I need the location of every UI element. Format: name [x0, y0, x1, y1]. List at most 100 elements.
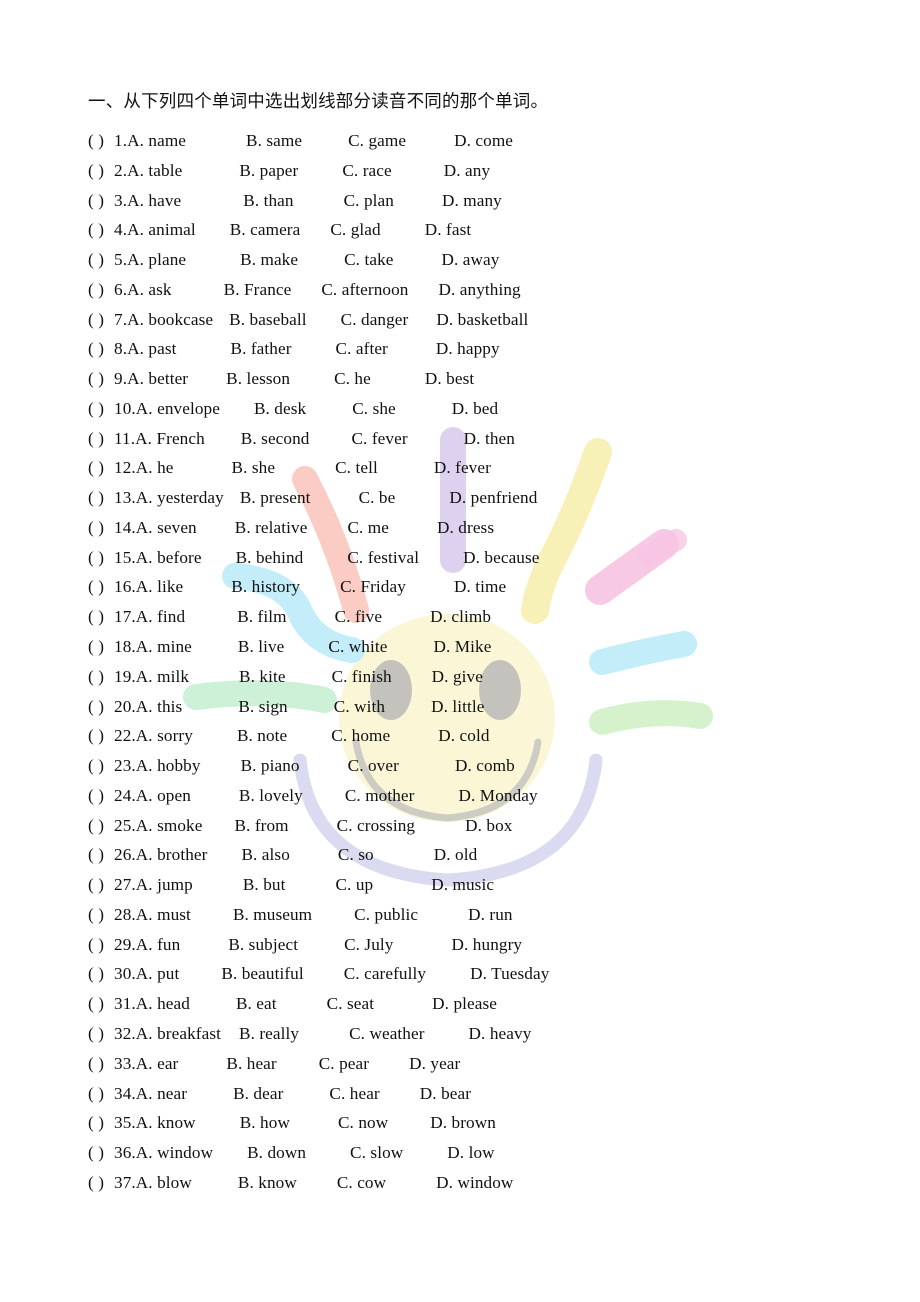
option-b[interactable]: B. same [246, 126, 302, 156]
answer-bracket[interactable]: ( ) [88, 811, 114, 841]
option-d[interactable]: D. hungry [452, 930, 523, 960]
option-b[interactable]: B. behind [236, 543, 304, 573]
option-c[interactable]: C. tell [335, 453, 378, 483]
option-d[interactable]: D. Mike [433, 632, 491, 662]
answer-bracket[interactable]: ( ) [88, 781, 114, 811]
option-d[interactable]: D. best [425, 364, 474, 394]
option-b[interactable]: B. than [243, 186, 293, 216]
option-a[interactable]: A. head [136, 989, 190, 1019]
answer-bracket[interactable]: ( ) [88, 186, 114, 216]
option-b[interactable]: B. piano [241, 751, 300, 781]
option-a[interactable]: A. French [135, 424, 205, 454]
option-c[interactable]: C. glad [330, 215, 380, 245]
option-b[interactable]: B. baseball [229, 305, 306, 335]
option-d[interactable]: D. cold [438, 721, 489, 751]
option-b[interactable]: B. make [240, 245, 298, 275]
option-b[interactable]: B. note [237, 721, 287, 751]
answer-bracket[interactable]: ( ) [88, 394, 114, 424]
option-d[interactable]: D. then [464, 424, 515, 454]
option-a[interactable]: A. seven [136, 513, 197, 543]
option-a[interactable]: A. he [136, 453, 174, 483]
option-b[interactable]: B. film [237, 602, 286, 632]
option-a[interactable]: A. jump [136, 870, 193, 900]
option-b[interactable]: B. present [240, 483, 311, 513]
option-c[interactable]: C. weather [349, 1019, 424, 1049]
option-a[interactable]: A. fun [136, 930, 181, 960]
answer-bracket[interactable]: ( ) [88, 364, 114, 394]
option-d[interactable]: D. bed [452, 394, 498, 424]
option-c[interactable]: C. pear [319, 1049, 369, 1079]
option-d[interactable]: D. low [447, 1138, 494, 1168]
option-b[interactable]: B. really [239, 1019, 299, 1049]
option-d[interactable]: D. fast [425, 215, 472, 245]
option-b[interactable]: B. dear [233, 1079, 283, 1109]
option-a[interactable]: A. brother [136, 840, 208, 870]
option-b[interactable]: B. paper [239, 156, 298, 186]
option-a[interactable]: A. put [136, 959, 180, 989]
answer-bracket[interactable]: ( ) [88, 930, 114, 960]
answer-bracket[interactable]: ( ) [88, 870, 114, 900]
option-b[interactable]: B. desk [254, 394, 306, 424]
option-d[interactable]: D. music [431, 870, 494, 900]
option-a[interactable]: A. window [136, 1138, 213, 1168]
option-c[interactable]: C. now [338, 1108, 388, 1138]
option-b[interactable]: B. from [234, 811, 288, 841]
option-b[interactable]: B. history [231, 572, 300, 602]
option-b[interactable]: B. second [241, 424, 310, 454]
option-b[interactable]: B. but [243, 870, 286, 900]
option-d[interactable]: D. happy [436, 334, 500, 364]
option-c[interactable]: C. five [335, 602, 382, 632]
option-c[interactable]: C. with [334, 692, 385, 722]
option-d[interactable]: D. anything [438, 275, 520, 305]
option-c[interactable]: C. me [347, 513, 389, 543]
option-a[interactable]: A. ear [136, 1049, 179, 1079]
option-d[interactable]: D. box [465, 811, 512, 841]
option-d[interactable]: D. climb [430, 602, 491, 632]
answer-bracket[interactable]: ( ) [88, 245, 114, 275]
option-b[interactable]: B. father [231, 334, 292, 364]
option-a[interactable]: A. find [136, 602, 185, 632]
option-d[interactable]: D. fever [434, 453, 491, 483]
option-c[interactable]: C. afternoon [321, 275, 408, 305]
answer-bracket[interactable]: ( ) [88, 215, 114, 245]
option-a[interactable]: A. open [136, 781, 191, 811]
option-a[interactable]: A. this [136, 692, 183, 722]
option-a[interactable]: A. plane [127, 245, 186, 275]
option-c[interactable]: C. she [352, 394, 396, 424]
option-b[interactable]: B. also [241, 840, 289, 870]
option-b[interactable]: B. camera [230, 215, 301, 245]
option-a[interactable]: A. near [136, 1079, 187, 1109]
option-c[interactable]: C. Friday [340, 572, 406, 602]
answer-bracket[interactable]: ( ) [88, 602, 114, 632]
option-c[interactable]: C. white [328, 632, 387, 662]
option-a[interactable]: A. name [127, 126, 186, 156]
option-a[interactable]: A. mine [136, 632, 192, 662]
option-c[interactable]: C. fever [351, 424, 407, 454]
answer-bracket[interactable]: ( ) [88, 989, 114, 1019]
option-d[interactable]: D. give [432, 662, 483, 692]
answer-bracket[interactable]: ( ) [88, 453, 114, 483]
answer-bracket[interactable]: ( ) [88, 692, 114, 722]
option-c[interactable]: C. finish [332, 662, 392, 692]
option-d[interactable]: D. little [431, 692, 484, 722]
option-c[interactable]: C. after [336, 334, 388, 364]
option-c[interactable]: C. slow [350, 1138, 403, 1168]
option-c[interactable]: C. be [359, 483, 396, 513]
option-d[interactable]: D. Monday [459, 781, 538, 811]
option-d[interactable]: D. Tuesday [470, 959, 549, 989]
option-d[interactable]: D. please [432, 989, 497, 1019]
answer-bracket[interactable]: ( ) [88, 334, 114, 364]
option-d[interactable]: D. penfriend [449, 483, 537, 513]
option-a[interactable]: A. animal [127, 215, 196, 245]
option-b[interactable]: B. sign [238, 692, 287, 722]
option-c[interactable]: C. game [348, 126, 406, 156]
option-c[interactable]: C. festival [347, 543, 419, 573]
option-b[interactable]: B. hear [226, 1049, 276, 1079]
option-c[interactable]: C. public [354, 900, 418, 930]
option-c[interactable]: C. carefully [344, 959, 426, 989]
option-c[interactable]: C. plan [344, 186, 394, 216]
answer-bracket[interactable]: ( ) [88, 662, 114, 692]
option-b[interactable]: B. France [224, 275, 292, 305]
answer-bracket[interactable]: ( ) [88, 751, 114, 781]
option-d[interactable]: D. brown [430, 1108, 496, 1138]
